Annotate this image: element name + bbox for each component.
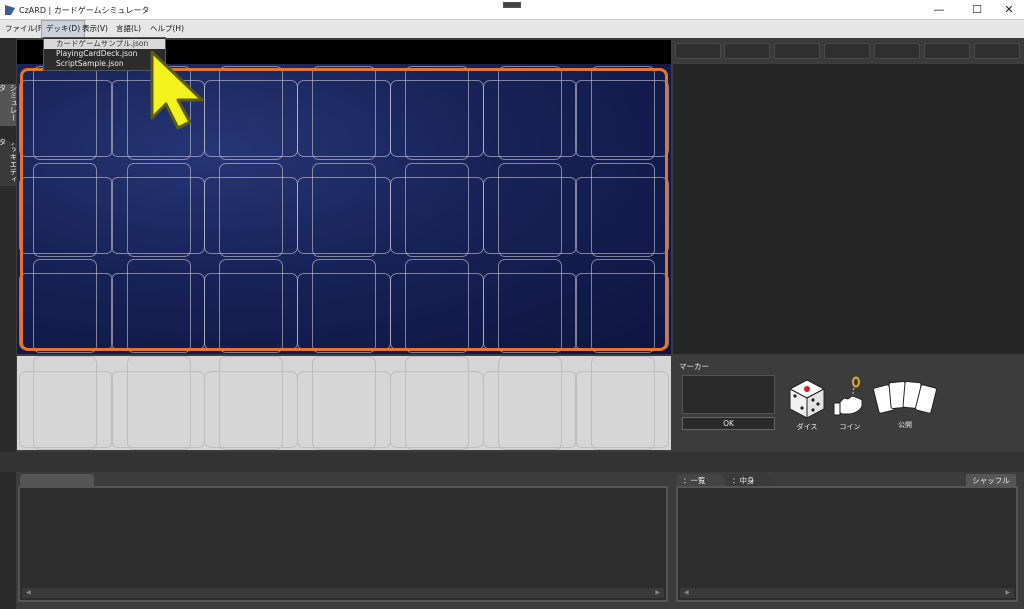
coin-label: コイン [839, 423, 861, 431]
pointer-arrow-icon [150, 50, 204, 130]
marker-label: マーカー [679, 362, 709, 371]
horizontal-scrollbar[interactable]: ◀ ▶ [680, 588, 1014, 598]
deck-contents-panel: ◀ ▶ [676, 486, 1018, 602]
close-button[interactable]: ✕ [992, 0, 1024, 20]
card-slot[interactable] [405, 356, 469, 450]
log-panel: ◀ ▶ [18, 486, 668, 602]
menu-view[interactable]: 表示(V) [78, 20, 112, 38]
menu-help[interactable]: ヘルプ(H) [146, 20, 188, 38]
dice-icon [788, 379, 826, 419]
marker-panel: マーカー OK ダイス コイン 公開 [673, 356, 1024, 450]
maximize-button[interactable]: ☐ [960, 0, 994, 20]
scroll-right-icon[interactable]: ▶ [1005, 588, 1010, 598]
log-tab[interactable] [20, 474, 94, 486]
play-field[interactable] [17, 64, 671, 354]
coin-flip-icon [833, 376, 863, 416]
reveal-button[interactable]: 公開 [873, 380, 937, 430]
menu-bar: ファイル(F) デッキ(D) 表示(V) 言語(L) ヘルプ(H) [0, 20, 1024, 38]
ok-button[interactable]: OK [682, 417, 775, 430]
window-title: CzARD | カードゲームシミュレータ [19, 6, 150, 15]
right-toolbar [673, 40, 1024, 62]
card-slot[interactable] [219, 356, 283, 450]
coin-button[interactable]: コイン [832, 376, 868, 432]
app-icon [5, 5, 15, 15]
card-slot[interactable] [127, 356, 191, 450]
scroll-left-icon[interactable]: ◀ [26, 588, 31, 598]
toolbar-button[interactable] [974, 43, 1020, 59]
tab-deck-editor[interactable]: デッキエディタ [0, 138, 16, 186]
toolbar-button[interactable] [675, 43, 721, 59]
card-slot[interactable] [591, 356, 655, 450]
toolbar-button[interactable] [774, 43, 820, 59]
card-preview-panel [673, 64, 1024, 354]
menu-language[interactable]: 言語(L) [112, 20, 145, 38]
scroll-left-icon[interactable]: ◀ [684, 588, 689, 598]
toolbar-button[interactable] [924, 43, 970, 59]
toolbar-button[interactable] [824, 43, 870, 59]
card-slot[interactable] [33, 356, 97, 450]
marker-input[interactable] [682, 375, 775, 414]
active-area-border [20, 68, 668, 351]
bottom-divider [0, 452, 1024, 472]
toolbar-button[interactable] [724, 43, 770, 59]
scroll-right-icon[interactable]: ▶ [655, 588, 660, 598]
dice-button[interactable]: ダイス [787, 378, 827, 432]
dice-label: ダイス [796, 423, 818, 431]
tab-simulator[interactable]: シミュレータ [0, 84, 18, 126]
top-grip-handle[interactable] [503, 2, 521, 8]
card-slot[interactable] [312, 356, 376, 450]
toolbar-button[interactable] [874, 43, 920, 59]
reveal-label: 公開 [898, 421, 912, 429]
title-bar: CzARD | カードゲームシミュレータ — ☐ ✕ [0, 0, 1024, 20]
horizontal-scrollbar[interactable]: ◀ ▶ [22, 588, 664, 598]
minimize-button[interactable]: — [922, 0, 956, 20]
card-fan-icon [873, 381, 937, 414]
card-slot[interactable] [498, 356, 562, 450]
hand-area[interactable] [17, 356, 671, 450]
side-tab-strip: シミュレータ デッキエディタ [0, 38, 18, 609]
